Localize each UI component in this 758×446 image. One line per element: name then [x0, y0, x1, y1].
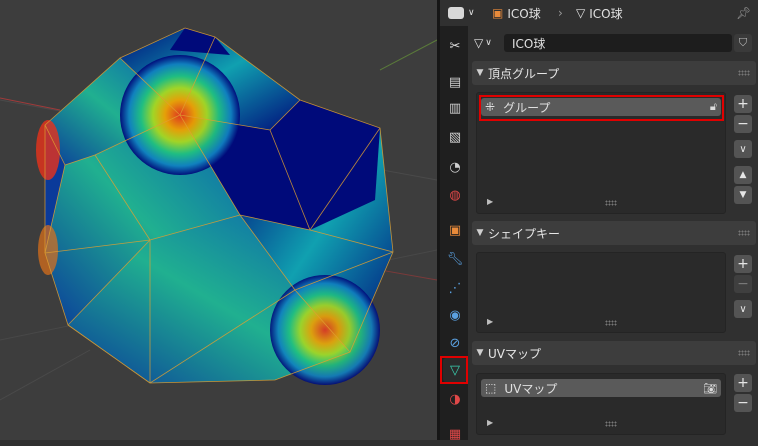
- drag-grip-icon[interactable]: [738, 70, 750, 76]
- modifier-icon[interactable]: 🔧︎: [443, 247, 467, 271]
- output-icon[interactable]: ▥: [443, 96, 467, 120]
- 3d-viewport[interactable]: [0, 0, 437, 440]
- shape-keys-list: ▶: [476, 252, 726, 333]
- list-resize-grip-icon[interactable]: [605, 200, 617, 206]
- scene-icon[interactable]: ◔: [443, 155, 467, 179]
- mesh-browse-button[interactable]: ▽ ∨: [474, 33, 504, 53]
- expand-arrow-icon: ▼: [476, 348, 484, 358]
- remove-shape-key-button[interactable]: −: [734, 275, 752, 293]
- object-icon: ▣: [492, 6, 504, 20]
- shape-keys-panel-header[interactable]: ▼ シェイプキー: [472, 221, 756, 245]
- breadcrumb-mesh-label: ICO球: [589, 6, 623, 21]
- uv-maps-list: ⬚ UVマップ 📷︎ ▶: [476, 373, 726, 435]
- expand-arrow-icon: ▼: [476, 228, 484, 238]
- vertex-groups-title: 頂点グループ: [488, 66, 560, 81]
- camera-icon[interactable]: 📷︎: [703, 382, 717, 395]
- uv-maps-panel-header[interactable]: ▼ UVマップ: [472, 341, 756, 365]
- properties-editor-icon: [448, 7, 464, 19]
- data-tab-highlight: [440, 356, 468, 384]
- list-expand-arrow-icon[interactable]: ▶: [487, 418, 493, 427]
- physics-icon[interactable]: ◉: [443, 303, 467, 327]
- render-icon[interactable]: ▤: [443, 70, 467, 94]
- constraints-icon[interactable]: ⊘: [443, 331, 467, 355]
- pin-icon[interactable]: 📌︎: [736, 5, 751, 21]
- add-vertex-group-button[interactable]: +: [734, 95, 752, 113]
- vertex-group-highlight: [479, 95, 724, 121]
- properties-header: ∨ ▣ ICO球 › ▽ ICO球 📌︎: [440, 0, 758, 27]
- move-up-button[interactable]: ▲: [734, 166, 752, 184]
- mesh-name-value: ICO球: [512, 36, 546, 51]
- add-uv-map-button[interactable]: +: [734, 374, 752, 392]
- mesh-name-field[interactable]: ICO球: [504, 34, 732, 52]
- list-expand-arrow-icon[interactable]: ▶: [487, 317, 493, 326]
- vertex-group-specials-button[interactable]: ∨: [734, 140, 752, 158]
- ico-sphere-render: [0, 27, 437, 401]
- uv-map-label: UVマップ: [504, 381, 558, 396]
- remove-vertex-group-button[interactable]: −: [734, 115, 752, 133]
- shape-key-specials-button[interactable]: ∨: [734, 300, 752, 318]
- editor-type-dropdown[interactable]: ∨: [448, 5, 475, 21]
- shape-keys-title: シェイプキー: [488, 226, 561, 241]
- breadcrumb-mesh: ▽ ICO球: [576, 5, 623, 21]
- uv-maps-title: UVマップ: [488, 346, 541, 361]
- material-icon[interactable]: ◑: [443, 387, 467, 411]
- move-down-button[interactable]: ▼: [734, 186, 752, 204]
- drag-grip-icon[interactable]: [738, 350, 750, 356]
- vertex-groups-panel-header[interactable]: ▼ 頂点グループ: [472, 61, 756, 85]
- chevron-down-icon: ∨: [485, 38, 492, 48]
- uv-map-icon: ⬚: [485, 381, 497, 395]
- add-shape-key-button[interactable]: +: [734, 255, 752, 273]
- chevron-down-icon: ∨: [468, 8, 475, 18]
- list-resize-grip-icon[interactable]: [605, 320, 617, 326]
- tool-icon[interactable]: ✂: [443, 34, 467, 58]
- world-icon[interactable]: ◍: [443, 183, 467, 207]
- texture-icon[interactable]: ▦: [443, 422, 467, 446]
- breadcrumb-separator-icon: ›: [558, 6, 563, 20]
- breadcrumb-object-label: ICO球: [507, 6, 541, 21]
- view-layer-icon[interactable]: ▧: [443, 125, 467, 149]
- list-item[interactable]: ⬚ UVマップ 📷︎: [481, 379, 721, 397]
- list-expand-arrow-icon[interactable]: ▶: [487, 197, 493, 206]
- fake-user-shield-icon[interactable]: ⛉: [734, 34, 752, 52]
- expand-arrow-icon: ▼: [476, 68, 484, 78]
- mesh-data-icon: ▽: [474, 36, 484, 50]
- remove-uv-map-button[interactable]: −: [734, 394, 752, 412]
- breadcrumb-object: ▣ ICO球: [492, 5, 541, 21]
- drag-grip-icon[interactable]: [738, 230, 750, 236]
- mesh-data-icon: ▽: [576, 6, 586, 20]
- list-resize-grip-icon[interactable]: [605, 421, 617, 427]
- object-icon[interactable]: ▣: [443, 218, 467, 242]
- particles-icon[interactable]: ⋰: [443, 276, 467, 300]
